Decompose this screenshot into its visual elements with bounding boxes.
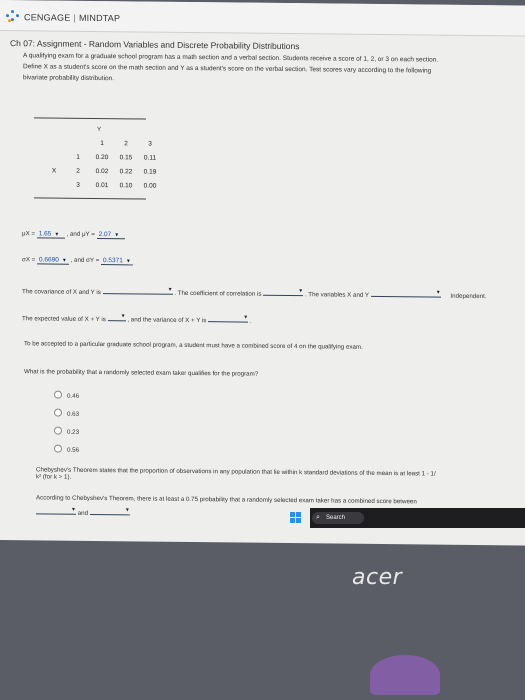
y-label: Y (97, 126, 102, 134)
upper-bound-dropdown[interactable] (89, 506, 130, 516)
option-radio[interactable]: 0.46 (54, 390, 79, 400)
radio-button[interactable] (54, 444, 62, 453)
chebyshev-answer-line: and (36, 506, 130, 517)
screen: CENGAGE | MINDTAP Ch 07: Assignment - Rand… (0, 0, 525, 546)
windows-start-icon[interactable] (290, 512, 302, 524)
cengage-logo-icon (6, 10, 20, 24)
table-row: X2 0.02 0.22 0.19 (51, 167, 157, 176)
chebyshev-text: Chebyshev's Theorem states that the prop… (36, 466, 436, 481)
mux-dropdown[interactable]: 1.65 (36, 230, 65, 239)
covariance-dropdown[interactable] (102, 286, 173, 295)
sy-dropdown[interactable]: 0.5371 (100, 257, 133, 266)
expected-value-dropdown[interactable] (107, 313, 126, 322)
table-row: 3 0.01 0.10 0.00 (76, 181, 157, 190)
lower-bound-dropdown[interactable] (36, 506, 76, 515)
laptop-brand-logo: acer (352, 565, 403, 590)
problem-text: A qualifying exam for a graduate school … (23, 52, 439, 83)
variance-dropdown[interactable] (208, 314, 249, 323)
correlation-dropdown[interactable] (263, 287, 304, 297)
table-header-row: 123 (100, 139, 152, 148)
option-radio[interactable]: 0.23 (54, 426, 79, 436)
taskbar-search-button[interactable]: Search (312, 512, 364, 524)
expected-line: The expected value of X + Y is , and the… (22, 312, 252, 325)
muy-dropdown[interactable]: 2.07 (96, 231, 125, 240)
probability-table: 123 1 0.20 0.15 0.11 X2 0.02 0.22 0.19 3 0.0… (42, 135, 162, 192)
radio-button[interactable] (54, 390, 62, 399)
sd-line: σX = 0.6690 , and σY = 0.5371 (22, 256, 133, 266)
table-rule-top (34, 117, 146, 120)
table-rule-bottom (34, 197, 146, 200)
radio-button[interactable] (54, 426, 62, 435)
radio-button[interactable] (54, 408, 62, 417)
option-radio[interactable]: 0.63 (54, 408, 79, 418)
purple-object (370, 655, 440, 695)
chebyshev-question: According to Chebyshev's Theorem, there … (36, 494, 417, 506)
relationship-dropdown[interactable] (370, 288, 441, 298)
app-header: CENGAGE | MINDTAP (0, 0, 525, 37)
table-row: 1 0.20 0.15 0.11 (76, 153, 157, 162)
covariance-line: The covariance of X and Y is . The coeff… (22, 285, 487, 300)
option-radio[interactable]: 0.56 (54, 444, 79, 454)
question-text: What is the probability that a randomly … (24, 368, 259, 378)
brand-label: CENGAGE | MINDTAP (24, 12, 121, 24)
sx-dropdown[interactable]: 0.6690 (37, 256, 69, 265)
admission-text: To be accepted to a particular graduate … (24, 340, 363, 351)
means-line: μX = 1.65 , and μY = 2.07 (22, 230, 125, 240)
